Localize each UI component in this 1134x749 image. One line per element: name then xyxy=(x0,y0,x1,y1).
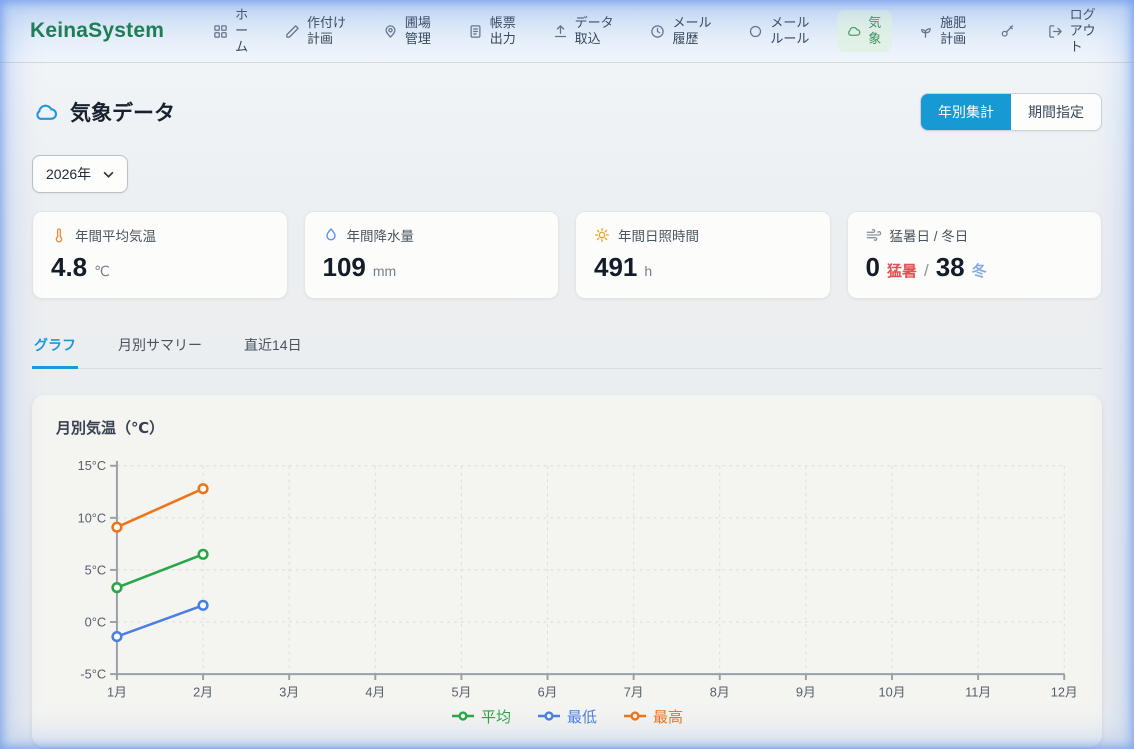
cloud-icon xyxy=(846,24,861,39)
stat-label: 猛暑日 / 冬日 xyxy=(890,225,969,245)
line-chart: 15°C 10°C 5°C 0°C -5°C1月 2月 3月 4月 5月 6月 7月 8月 9月 10月 1… xyxy=(56,452,1078,704)
legend-marker-icon xyxy=(451,710,475,722)
svg-text:15°C: 15°C xyxy=(78,458,107,473)
legend-marker-icon xyxy=(537,710,561,722)
map-pin-icon xyxy=(383,24,398,39)
nav-label: 帳票出力 xyxy=(490,15,517,48)
view-toggle-group: 年別集計 期間指定 xyxy=(920,93,1102,131)
hot-days-value: 0 xyxy=(866,252,880,283)
nav-item-report-output[interactable]: 帳票出力 xyxy=(459,10,526,53)
stat-card-sunshine: 年間日照時間 491 h xyxy=(575,211,831,299)
thermometer-icon xyxy=(51,227,67,243)
logout-icon xyxy=(1048,24,1063,39)
sprout-icon xyxy=(918,24,933,39)
year-select[interactable]: 2026年 xyxy=(32,155,128,193)
password-button[interactable] xyxy=(994,18,1021,45)
stat-label: 年間降水量 xyxy=(347,225,415,245)
cloud-icon xyxy=(32,102,59,123)
legend-item-maximum[interactable]: 最高 xyxy=(623,706,683,727)
stat-card-precipitation: 年間降水量 109 mm xyxy=(304,211,560,299)
svg-text:8月: 8月 xyxy=(710,685,730,700)
nav-item-logout[interactable]: ログアウト xyxy=(1039,2,1106,61)
nav-label: メール履歴 xyxy=(672,15,712,48)
year-select-value: 2026年 xyxy=(46,164,91,184)
chevron-down-icon xyxy=(103,171,114,178)
svg-text:4月: 4月 xyxy=(365,685,385,700)
stat-value: 109 xyxy=(323,252,366,283)
legend-marker-icon xyxy=(623,710,647,722)
svg-text:10°C: 10°C xyxy=(78,510,107,525)
stat-cards-row: 年間平均気温 4.8 ℃ 年間降水量 109 mm 年間日照時間 491 h 猛暑日 … xyxy=(32,211,1102,299)
svg-text:3月: 3月 xyxy=(279,685,299,700)
history-icon xyxy=(650,24,665,39)
svg-text:10月: 10月 xyxy=(879,685,906,700)
stat-label: 年間日照時間 xyxy=(618,225,699,245)
nav-label: 圃場管理 xyxy=(405,15,432,48)
svg-text:5°C: 5°C xyxy=(85,562,106,577)
nav-item-data-import[interactable]: データ取込 xyxy=(544,10,624,53)
home-grid-icon xyxy=(213,24,228,39)
document-icon xyxy=(468,24,483,39)
key-icon xyxy=(1000,24,1015,39)
stat-unit: ℃ xyxy=(94,263,110,280)
svg-text:11月: 11月 xyxy=(965,685,991,700)
svg-text:12月: 12月 xyxy=(1051,685,1078,700)
top-nav-bar: KeinaSystem ホーム 作付け計画 圃場管理 帳票出力 データ取込 メー… xyxy=(0,0,1134,63)
legend-item-minimum[interactable]: 最低 xyxy=(537,706,597,727)
winter-days-label: 冬 xyxy=(972,260,987,281)
nav-label: ログアウト xyxy=(1070,7,1097,56)
svg-text:7月: 7月 xyxy=(624,685,644,700)
stat-unit: h xyxy=(644,263,652,279)
svg-text:5月: 5月 xyxy=(451,685,471,700)
nav-label: 気象 xyxy=(868,15,882,48)
svg-text:2月: 2月 xyxy=(193,685,213,700)
nav-label: 施肥計画 xyxy=(940,15,967,48)
nav-item-weather[interactable]: 気象 xyxy=(837,10,891,53)
main-nav: ホーム 作付け計画 圃場管理 帳票出力 データ取込 メール履歴 メールルール xyxy=(204,2,1106,61)
tab-bar: グラフ 月別サマリー 直近14日 xyxy=(32,326,1102,369)
pencil-icon xyxy=(285,24,300,39)
droplet-icon xyxy=(323,227,339,243)
nav-label: 作付け計画 xyxy=(307,15,347,48)
separator: / xyxy=(924,261,929,281)
hot-days-label: 猛暑 xyxy=(887,260,917,281)
stat-label: 年間平均気温 xyxy=(75,225,156,245)
chart-plot-area: 15°C 10°C 5°C 0°C -5°C1月 2月 3月 4月 5月 6月 7月 8月 9月 10月 1… xyxy=(56,452,1078,704)
yearly-summary-button[interactable]: 年別集計 xyxy=(921,94,1011,130)
chart-title: 月別気温（℃） xyxy=(56,417,1078,438)
monthly-temperature-chart-card: 月別気温（℃） 15°C 10°C 5°C 0°C -5°C1月 2月 3月 4月 5月 6月 7月… xyxy=(32,395,1102,747)
nav-item-mail-rules[interactable]: メールルール xyxy=(739,10,819,53)
stat-card-avg-temp: 年間平均気温 4.8 ℃ xyxy=(32,211,288,299)
nav-label: メールルール xyxy=(770,15,810,48)
circle-icon xyxy=(748,24,763,39)
stat-card-hot-winter-days: 猛暑日 / 冬日 0 猛暑 / 38 冬 xyxy=(847,211,1103,299)
nav-item-home[interactable]: ホーム xyxy=(204,2,258,61)
nav-item-fertilizer-plan[interactable]: 施肥計画 xyxy=(909,10,976,53)
tab-graph[interactable]: グラフ xyxy=(32,326,78,369)
nav-item-field-management[interactable]: 圃場管理 xyxy=(374,10,441,53)
period-select-button[interactable]: 期間指定 xyxy=(1011,94,1101,130)
sun-icon xyxy=(594,227,610,243)
stat-value: 4.8 xyxy=(51,252,87,283)
upload-icon xyxy=(553,24,568,39)
page-title: 気象データ xyxy=(32,97,175,127)
stat-value: 491 xyxy=(594,252,637,283)
stat-unit: mm xyxy=(373,263,396,279)
nav-label: ホーム xyxy=(235,7,249,56)
legend-item-average[interactable]: 平均 xyxy=(451,706,511,727)
wind-icon xyxy=(866,227,882,243)
svg-text:1月: 1月 xyxy=(107,685,127,700)
nav-label: データ取込 xyxy=(575,15,615,48)
nav-item-mail-history[interactable]: メール履歴 xyxy=(641,10,721,53)
chart-legend: 平均 最低 最高 xyxy=(56,706,1078,731)
tab-monthly-summary[interactable]: 月別サマリー xyxy=(116,326,204,369)
nav-item-crop-plan[interactable]: 作付け計画 xyxy=(276,10,356,53)
svg-text:0°C: 0°C xyxy=(85,614,106,629)
tab-recent-14-days[interactable]: 直近14日 xyxy=(242,326,304,369)
winter-days-value: 38 xyxy=(936,252,965,283)
brand-logo: KeinaSystem xyxy=(30,19,164,43)
svg-text:-5°C: -5°C xyxy=(80,667,106,682)
svg-text:9月: 9月 xyxy=(796,685,816,700)
svg-text:6月: 6月 xyxy=(538,685,558,700)
